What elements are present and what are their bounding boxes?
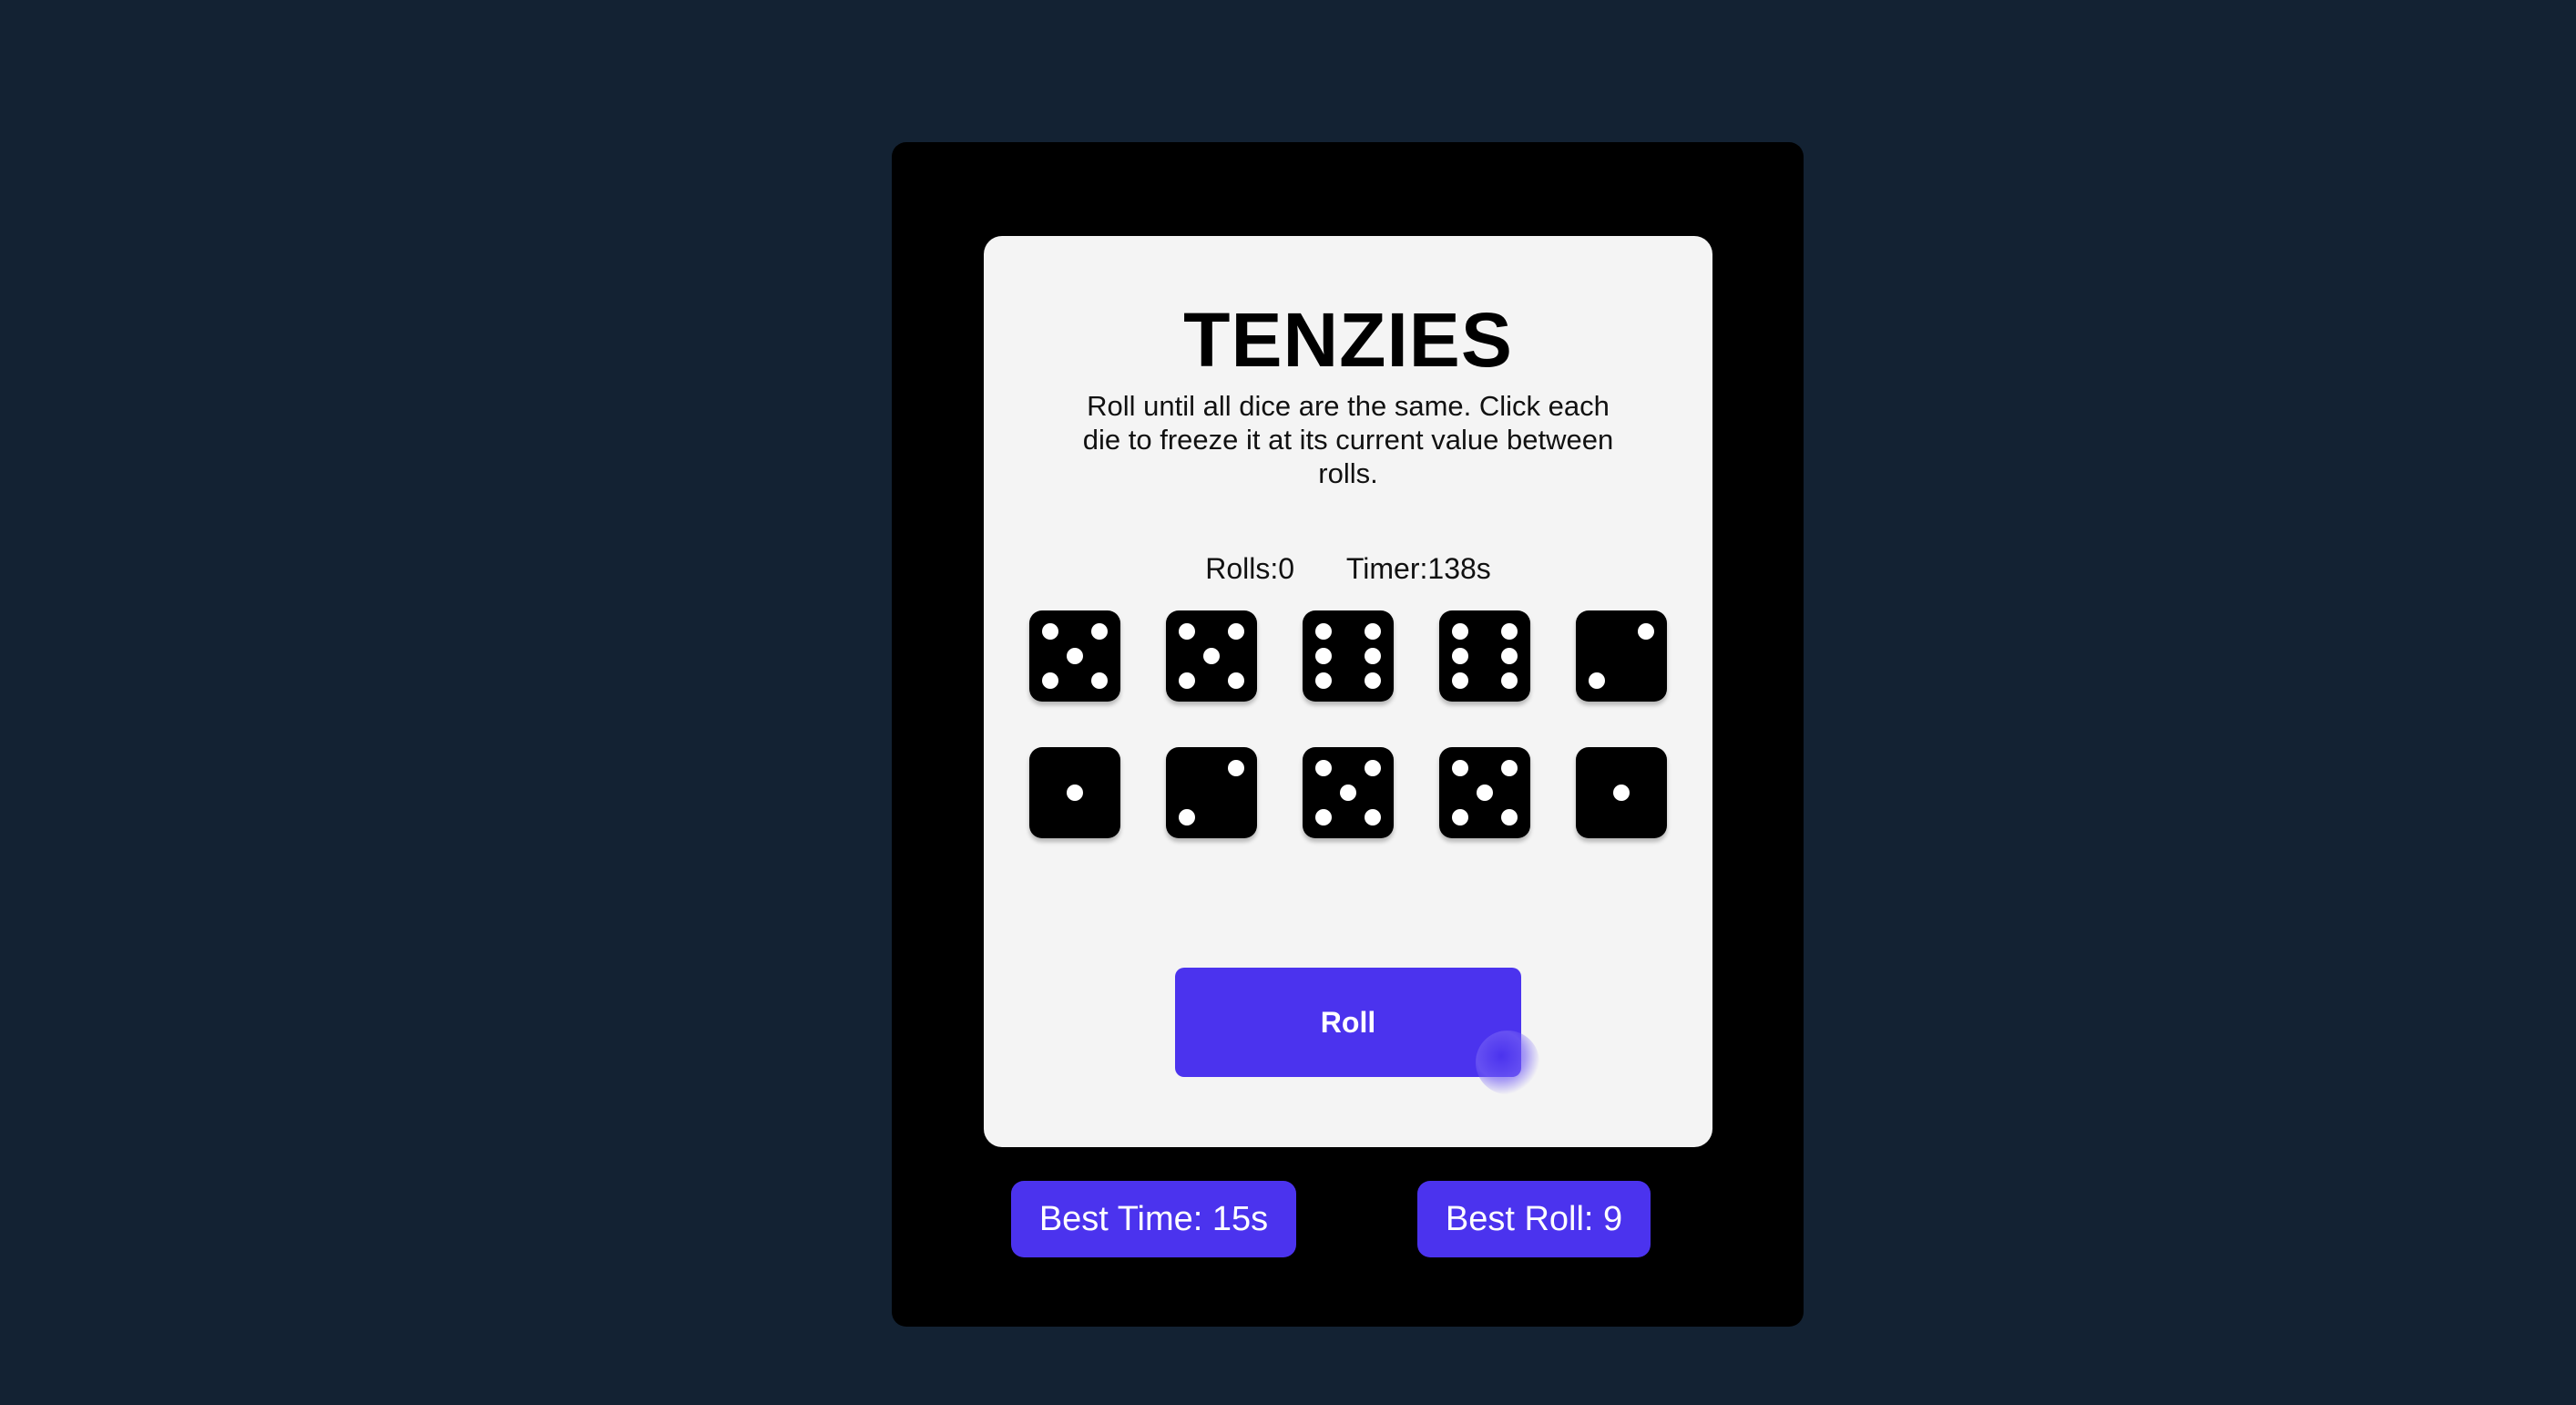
rolls-counter: Rolls:0: [1205, 552, 1295, 585]
game-instructions: Roll until all dice are the same. Click …: [1082, 390, 1614, 489]
die-2[interactable]: [1166, 610, 1257, 702]
die-pip: [1637, 623, 1654, 641]
dice-grid: [1029, 610, 1667, 838]
die-4[interactable]: [1439, 610, 1530, 702]
die-pip: [1500, 623, 1518, 641]
roll-button[interactable]: Roll: [1175, 968, 1521, 1077]
die-6[interactable]: [1029, 747, 1120, 838]
best-roll-badge: Best Roll: 9: [1417, 1181, 1651, 1257]
die-pip: [1589, 672, 1606, 689]
die-pip: [1612, 784, 1630, 801]
die-7[interactable]: [1166, 747, 1257, 838]
die-1[interactable]: [1029, 610, 1120, 702]
die-pip: [1066, 647, 1083, 664]
die-pip: [1364, 808, 1381, 826]
die-pip: [1364, 647, 1381, 664]
die-10[interactable]: [1576, 747, 1667, 838]
timer-display: Timer:138s: [1345, 552, 1491, 585]
die-pip: [1179, 672, 1196, 689]
die-pip: [1090, 672, 1108, 689]
die-pip: [1500, 760, 1518, 777]
die-pip: [1315, 647, 1333, 664]
die-pip: [1315, 623, 1333, 641]
die-pip: [1452, 808, 1469, 826]
die-pip: [1500, 808, 1518, 826]
die-8[interactable]: [1303, 747, 1394, 838]
die-pip: [1227, 672, 1244, 689]
best-time-badge: Best Time: 15s: [1011, 1181, 1296, 1257]
die-pip: [1364, 672, 1381, 689]
die-pip: [1315, 672, 1333, 689]
game-board: TENZIES Roll until all dice are the same…: [984, 236, 1712, 1147]
die-pip: [1227, 760, 1244, 777]
stats-bar: Rolls:0 Timer:138s: [984, 550, 1712, 587]
die-pip: [1227, 623, 1244, 641]
die-pip: [1202, 647, 1220, 664]
die-pip: [1315, 808, 1333, 826]
game-frame: TENZIES Roll until all dice are the same…: [892, 142, 1804, 1327]
die-pip: [1364, 760, 1381, 777]
die-pip: [1066, 784, 1083, 801]
die-pip: [1090, 623, 1108, 641]
die-9[interactable]: [1439, 747, 1530, 838]
die-pip: [1179, 808, 1196, 826]
die-pip: [1500, 672, 1518, 689]
die-pip: [1500, 647, 1518, 664]
die-pip: [1452, 647, 1469, 664]
die-pip: [1042, 672, 1059, 689]
die-pip: [1452, 672, 1469, 689]
die-5[interactable]: [1576, 610, 1667, 702]
die-pip: [1364, 623, 1381, 641]
game-title: TENZIES: [1183, 297, 1513, 383]
die-pip: [1452, 760, 1469, 777]
die-pip: [1179, 623, 1196, 641]
die-pip: [1339, 784, 1356, 801]
die-pip: [1452, 623, 1469, 641]
die-pip: [1476, 784, 1493, 801]
die-pip: [1315, 760, 1333, 777]
die-pip: [1042, 623, 1059, 641]
die-3[interactable]: [1303, 610, 1394, 702]
